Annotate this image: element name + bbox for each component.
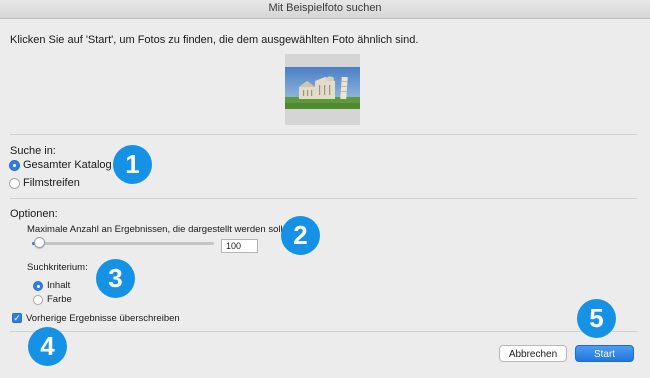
section-divider xyxy=(10,198,637,199)
max-results-label: Maximale Anzahl an Ergebnissen, die darg… xyxy=(27,224,296,235)
selected-photo-preview xyxy=(285,54,360,125)
radio-filmstrip[interactable] xyxy=(9,178,20,189)
search-by-example-dialog: Mit Beispielfoto suchen Klicken Sie auf … xyxy=(0,0,650,378)
cancel-button[interactable]: Abbrechen xyxy=(499,345,567,362)
search-in-heading: Suche in: xyxy=(10,145,56,157)
window-title: Mit Beispielfoto suchen xyxy=(268,2,382,14)
max-results-slider-track[interactable] xyxy=(32,242,214,245)
callout-badge-1: 1 xyxy=(113,145,152,184)
intro-text: Klicken Sie auf 'Start', um Fotos zu fin… xyxy=(10,34,419,46)
section-divider xyxy=(10,134,637,135)
callout-badge-4: 4 xyxy=(28,327,67,366)
start-button[interactable]: Start xyxy=(575,345,634,362)
title-bar: Mit Beispielfoto suchen xyxy=(0,0,650,19)
radio-content[interactable] xyxy=(33,281,43,291)
radio-color[interactable] xyxy=(33,295,43,305)
radio-entire-catalog-label[interactable]: Gesamter Katalog xyxy=(23,159,112,171)
max-results-input[interactable] xyxy=(221,239,258,253)
options-heading: Optionen: xyxy=(10,208,58,220)
section-divider xyxy=(10,331,637,332)
max-results-slider-handle[interactable] xyxy=(33,237,45,248)
callout-badge-3: 3 xyxy=(96,259,135,298)
overwrite-results-checkbox[interactable]: ✓ xyxy=(12,313,22,323)
radio-filmstrip-label[interactable]: Filmstreifen xyxy=(23,177,80,189)
overwrite-results-label[interactable]: Vorherige Ergebnisse überschreiben xyxy=(26,313,180,324)
callout-badge-5: 5 xyxy=(577,299,616,338)
callout-badge-2: 2 xyxy=(281,216,320,255)
criterion-heading: Suchkriterium: xyxy=(27,262,88,273)
radio-content-label[interactable]: Inhalt xyxy=(47,280,70,291)
radio-color-label[interactable]: Farbe xyxy=(47,294,72,305)
selected-photo-thumbnail xyxy=(285,67,360,109)
radio-entire-catalog[interactable] xyxy=(9,160,20,171)
